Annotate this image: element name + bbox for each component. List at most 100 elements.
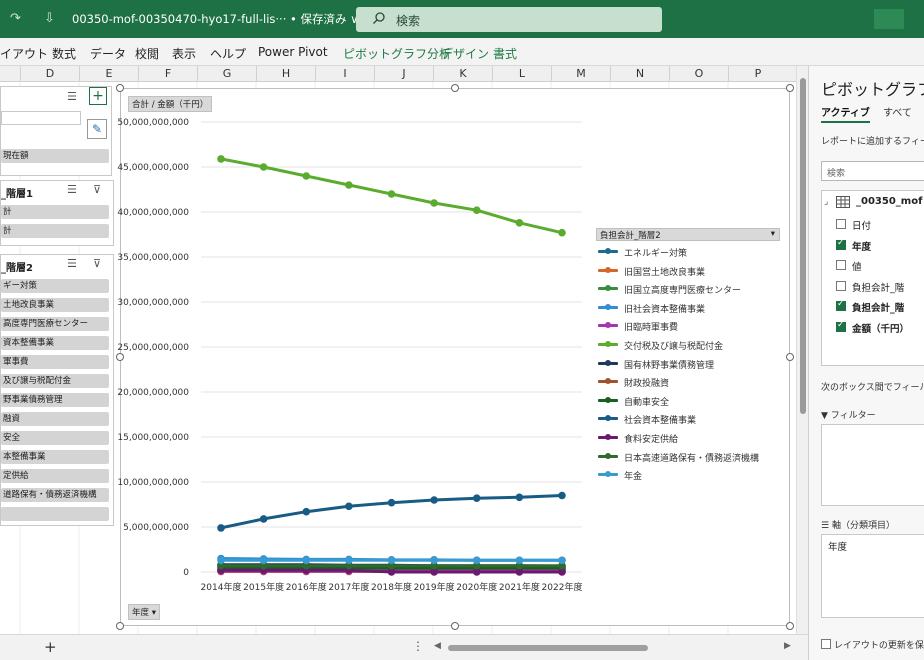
tab-view[interactable]: 表示 bbox=[172, 45, 196, 62]
column-header[interactable]: L bbox=[493, 67, 551, 80]
drag-fields-note: 次のボックス間でフィールド bbox=[821, 383, 924, 393]
slicer-item[interactable]: 高度専門医療センター bbox=[1, 317, 109, 331]
collapse-icon[interactable]: ⌟ bbox=[824, 197, 828, 207]
search-box[interactable]: 検索 bbox=[356, 7, 662, 32]
column-header[interactable]: E bbox=[80, 67, 138, 80]
slicer-tier1[interactable]: _階層1 ☰ ⊽ 計 計 bbox=[0, 180, 114, 246]
field-item[interactable]: 日付 bbox=[836, 218, 871, 232]
defer-update-row[interactable]: レイアウトの更新を保 bbox=[821, 638, 924, 651]
resize-handle[interactable] bbox=[786, 353, 794, 361]
horizontal-scrollbar[interactable]: ◀ ▶ bbox=[434, 641, 791, 652]
column-header[interactable]: G bbox=[198, 67, 256, 80]
field-checkbox[interactable] bbox=[836, 238, 846, 250]
file-name[interactable]: 00350-mof-00350470-hyo17-full-lis··· • 保… bbox=[72, 11, 359, 27]
resize-handle[interactable] bbox=[786, 622, 794, 630]
column-header[interactable]: N bbox=[611, 67, 669, 80]
slicer-item[interactable]: ギー対策 bbox=[1, 279, 109, 293]
slicer-item[interactable]: 計 bbox=[1, 205, 109, 219]
tab-help[interactable]: ヘルプ bbox=[210, 45, 246, 62]
slicer-item[interactable]: 安全 bbox=[1, 431, 109, 445]
field-checkbox[interactable] bbox=[836, 299, 846, 311]
column-header[interactable]: H bbox=[257, 67, 315, 80]
slicer-item[interactable]: 資本整備事業 bbox=[1, 336, 109, 350]
resize-handle[interactable] bbox=[116, 622, 124, 630]
slicer-item[interactable]: 融資 bbox=[1, 412, 109, 426]
slicer-item[interactable]: 現在額 bbox=[1, 149, 109, 163]
column-header[interactable]: K bbox=[434, 67, 492, 80]
slicer-tier2[interactable]: _階層2 ☰ ⊽ ギー対策 土地改良事業 高度専門医療センター 資本整備事業 軍… bbox=[0, 254, 114, 526]
scroll-left-icon[interactable]: ◀ bbox=[434, 641, 441, 651]
more-options-icon[interactable]: ⋮ bbox=[412, 639, 424, 653]
slicer-item[interactable]: 野事業債務管理 bbox=[1, 393, 109, 407]
field-list[interactable]: ⌟ _00350_mof 日付年度値負担会計_階負担会計_階金額（千円） bbox=[821, 190, 924, 366]
field-checkbox[interactable] bbox=[836, 260, 846, 270]
legend-field-button[interactable]: 負担会計_階層2 ▾ bbox=[596, 228, 780, 241]
field-checkbox[interactable] bbox=[836, 320, 846, 332]
pane-tab-active[interactable]: アクティブ bbox=[821, 104, 870, 123]
quick-access-icon[interactable]: ⇩ bbox=[44, 11, 55, 26]
scrollbar-thumb[interactable] bbox=[800, 78, 806, 414]
field-checkbox[interactable] bbox=[836, 219, 846, 229]
column-header[interactable]: J bbox=[375, 67, 433, 80]
slicer-item[interactable]: 軍事費 bbox=[1, 355, 109, 369]
add-icon[interactable]: + bbox=[89, 87, 107, 105]
scrollbar-thumb[interactable] bbox=[448, 645, 648, 651]
clear-filter-icon[interactable]: ⊽ bbox=[93, 183, 101, 196]
tab-data[interactable]: データ bbox=[90, 45, 126, 62]
resize-handle[interactable] bbox=[451, 84, 459, 92]
brush-icon[interactable]: ✎ bbox=[87, 119, 107, 139]
filter-drop-zone[interactable] bbox=[821, 424, 924, 506]
multi-select-icon[interactable]: ☰ bbox=[67, 90, 77, 103]
column-header[interactable]: D bbox=[21, 67, 79, 80]
vertical-scrollbar[interactable] bbox=[796, 66, 808, 634]
slicer-item[interactable]: 定供給 bbox=[1, 469, 109, 483]
column-header[interactable]: O bbox=[670, 67, 728, 80]
field-search-input[interactable]: 検索 bbox=[821, 161, 924, 181]
search-placeholder: 検索 bbox=[396, 14, 421, 28]
tab-format[interactable]: 書式 bbox=[493, 45, 517, 62]
clear-filter-icon[interactable]: ⊽ bbox=[93, 257, 101, 270]
add-sheet-button[interactable]: + bbox=[44, 638, 57, 656]
table-icon bbox=[836, 196, 850, 208]
defer-update-checkbox[interactable] bbox=[821, 639, 831, 649]
slicer-item[interactable] bbox=[1, 111, 81, 125]
value-field-button[interactable]: 合計 / 金額（千円） bbox=[128, 96, 213, 112]
account-button[interactable] bbox=[874, 9, 904, 29]
resize-handle[interactable] bbox=[451, 622, 459, 630]
slicer-item[interactable] bbox=[1, 507, 109, 521]
column-header[interactable]: F bbox=[139, 67, 197, 80]
column-header[interactable]: M bbox=[552, 67, 610, 80]
column-header[interactable]: P bbox=[729, 67, 787, 80]
resize-handle[interactable] bbox=[786, 84, 794, 92]
save-status[interactable]: • 保存済み ∨ bbox=[290, 12, 359, 26]
field-item[interactable]: 金額（千円） bbox=[836, 320, 909, 335]
axis-field-button[interactable]: 年度 ▾ bbox=[128, 604, 160, 620]
axis-field-item[interactable]: 年度 bbox=[828, 539, 847, 553]
field-item[interactable]: 負担会計_階 bbox=[836, 299, 904, 314]
field-item[interactable]: 値 bbox=[836, 259, 862, 273]
axis-drop-zone[interactable]: 年度 bbox=[821, 534, 924, 618]
pane-tab-all[interactable]: すべて bbox=[883, 104, 912, 119]
scroll-right-icon[interactable]: ▶ bbox=[784, 641, 791, 651]
redo-icon[interactable]: ↷ bbox=[10, 11, 21, 26]
slicer-item[interactable]: 及び譲与税配付金 bbox=[1, 374, 109, 388]
slicer-item[interactable]: 本整備事業 bbox=[1, 450, 109, 464]
slicer-item[interactable]: 道路保有・債務返済機構 bbox=[1, 488, 109, 502]
field-checkbox[interactable] bbox=[836, 280, 846, 291]
field-item[interactable]: 負担会計_階 bbox=[836, 280, 904, 294]
tab-pivotchart-analyze[interactable]: ピボットグラフ分析 bbox=[343, 45, 451, 62]
tab-design[interactable]: デザイン bbox=[441, 45, 489, 62]
tab-power-pivot[interactable]: Power Pivot bbox=[258, 45, 328, 59]
slicer-item[interactable]: 土地改良事業 bbox=[1, 298, 109, 312]
multi-select-icon[interactable]: ☰ bbox=[67, 183, 77, 196]
slicer-value[interactable]: ☰ + ✎ 現在額 bbox=[0, 86, 112, 176]
resize-handle[interactable] bbox=[116, 84, 124, 92]
field-item[interactable]: 年度 bbox=[836, 238, 871, 253]
resize-handle[interactable] bbox=[116, 353, 124, 361]
tab-review[interactable]: 校閲 bbox=[135, 45, 159, 62]
slicer-item[interactable]: 計 bbox=[1, 224, 109, 238]
column-header[interactable]: I bbox=[316, 67, 374, 80]
tab-formulas[interactable]: 数式 bbox=[52, 45, 76, 62]
multi-select-icon[interactable]: ☰ bbox=[67, 257, 77, 270]
tab-page-layout[interactable]: イアウト bbox=[0, 45, 48, 62]
